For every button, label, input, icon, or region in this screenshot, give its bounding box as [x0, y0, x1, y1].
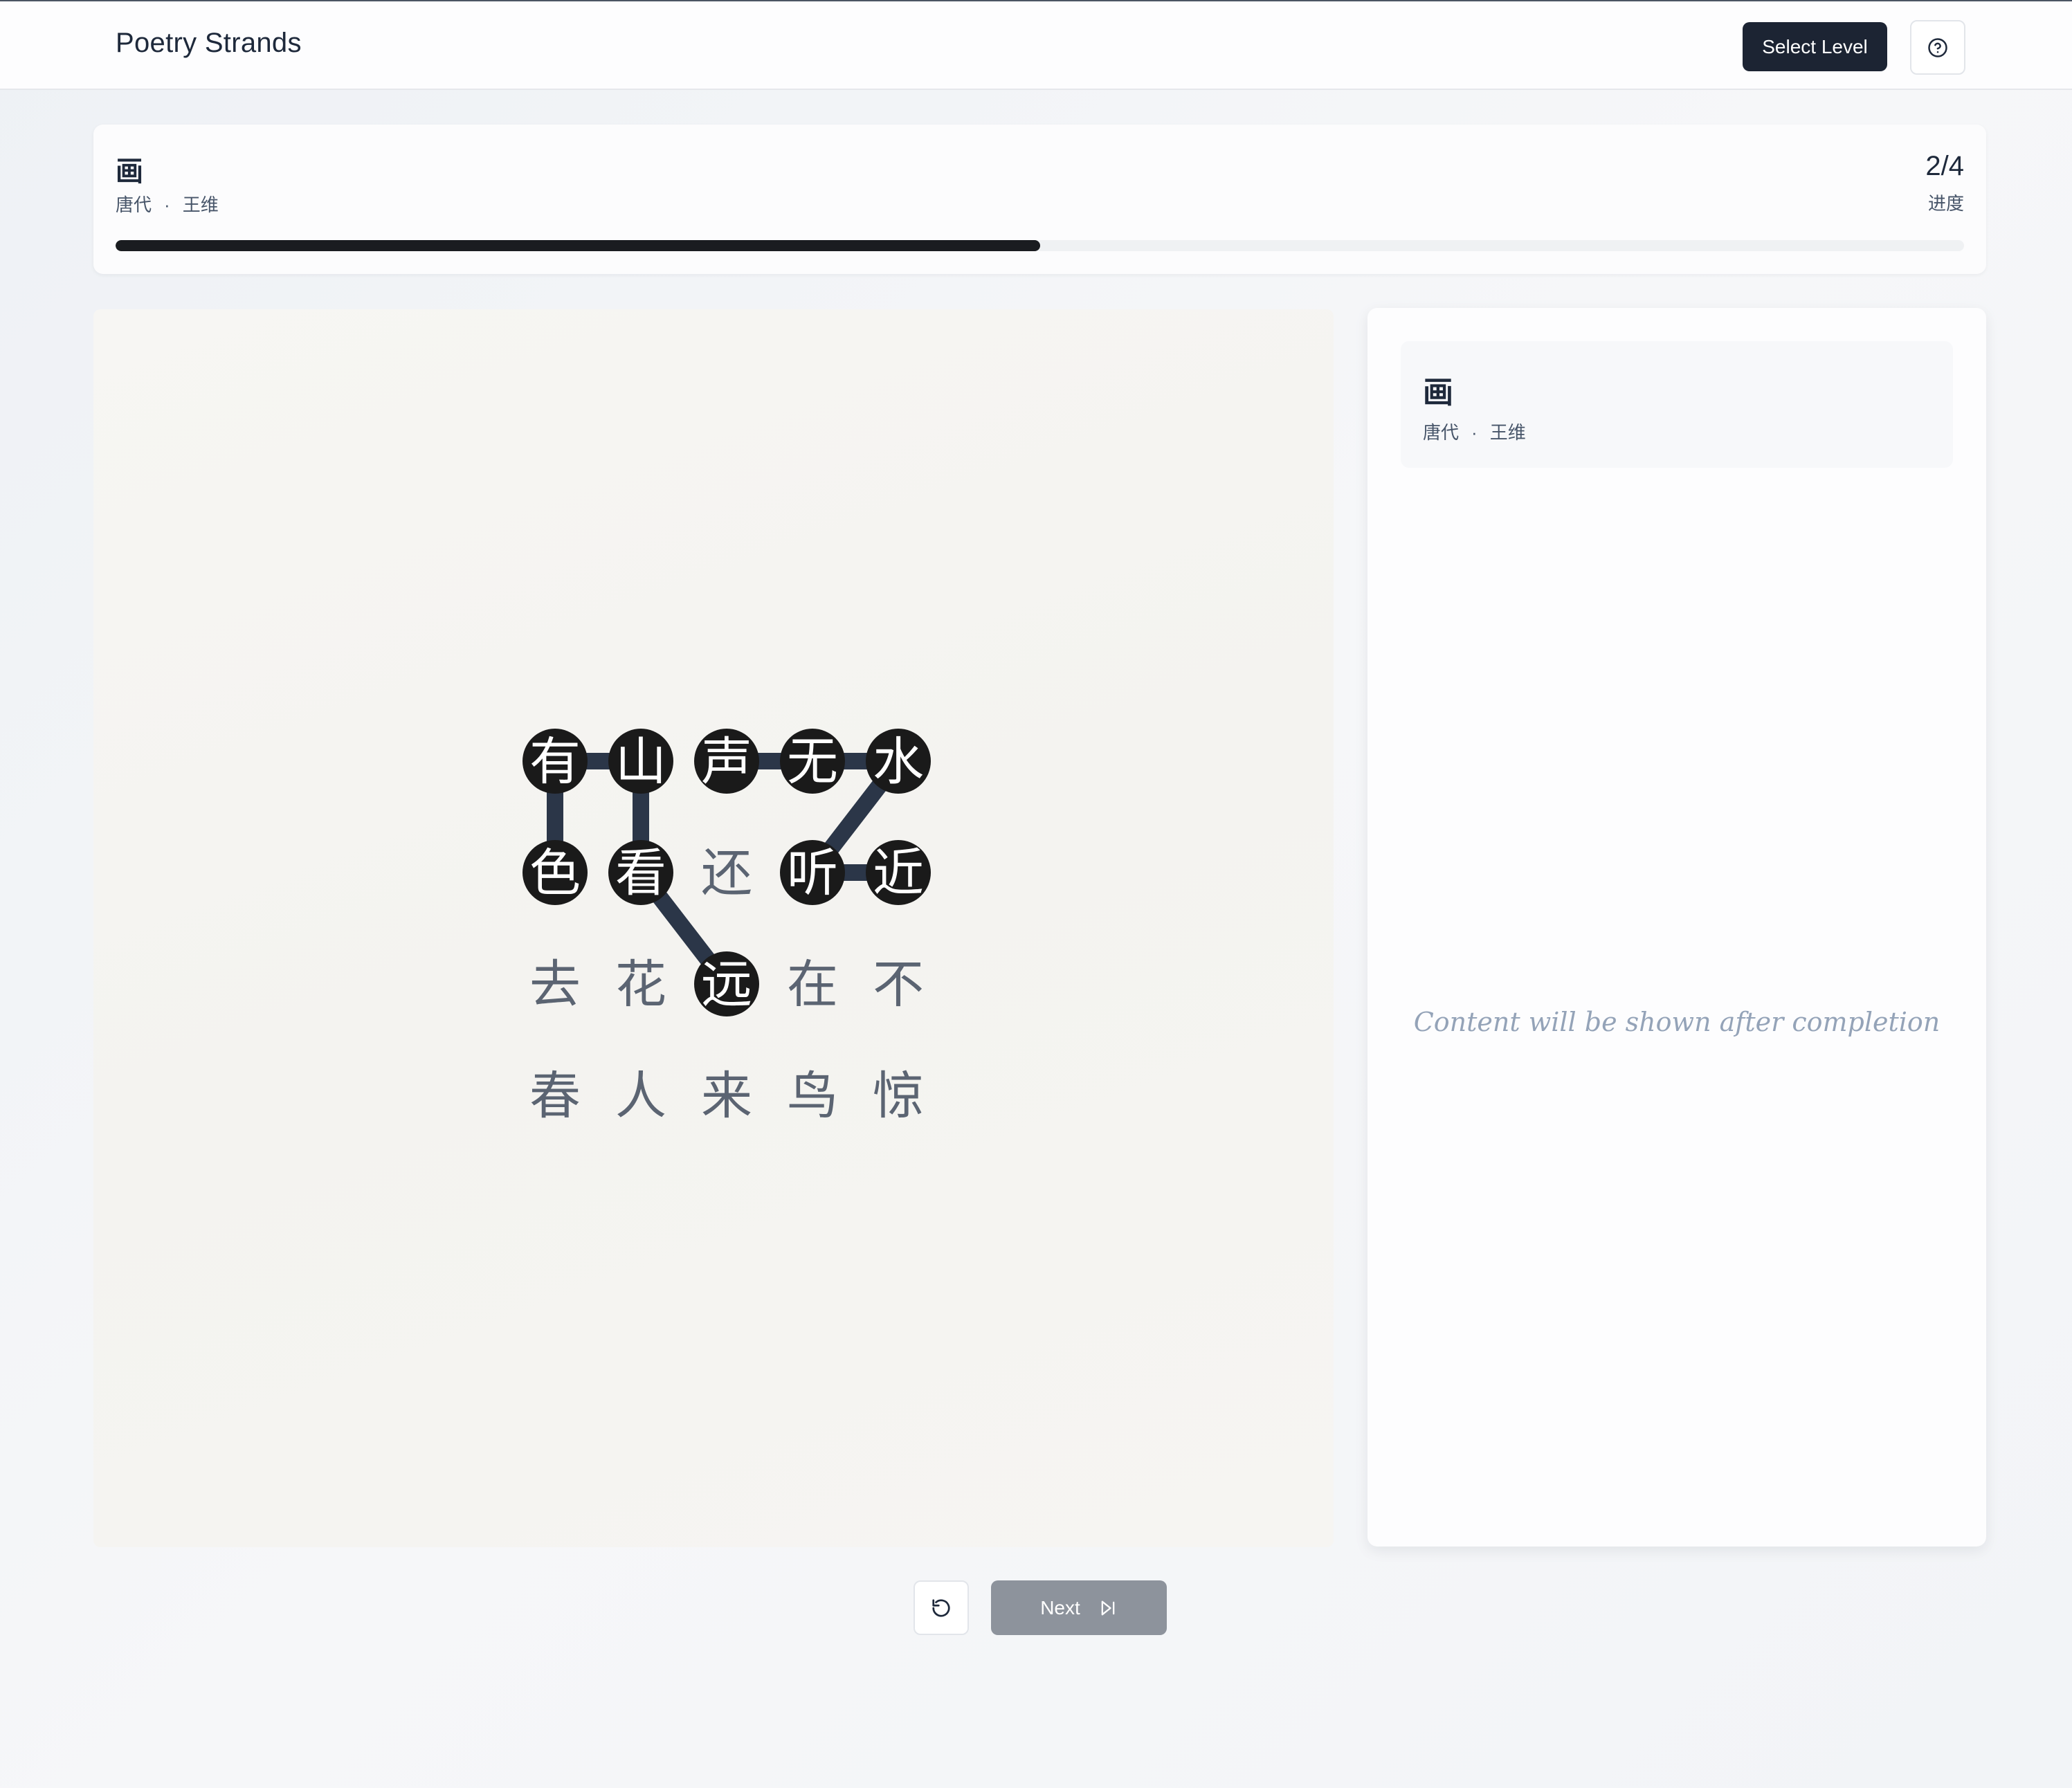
- cell-character: 色: [529, 843, 581, 903]
- grid-cell[interactable]: 来: [701, 1066, 752, 1126]
- cell-character: 来: [701, 1066, 752, 1126]
- grid-cell[interactable]: 鸟: [787, 1066, 838, 1126]
- cell-character: 看: [615, 843, 666, 903]
- poem-dynasty: 唐代: [116, 194, 152, 215]
- cell-character: 声: [701, 732, 752, 792]
- grid-cell[interactable]: 有: [522, 729, 588, 794]
- cell-character: 春: [529, 1066, 581, 1126]
- poem-info-header: 画 唐代 · 王维: [1401, 341, 1953, 468]
- grid-cell[interactable]: 不: [873, 955, 924, 1014]
- grid-cell[interactable]: 色: [522, 840, 588, 905]
- reset-button[interactable]: [914, 1580, 969, 1635]
- info-poem-title: 画: [1423, 375, 1453, 410]
- poem-info-panel: 画 唐代 · 王维 Content will be shown after comp…: [1367, 308, 1986, 1547]
- grid-cell[interactable]: 无: [780, 729, 845, 794]
- cell-character: 远: [701, 955, 752, 1014]
- grid-cell[interactable]: 近: [866, 840, 931, 905]
- select-level-button[interactable]: Select Level: [1743, 22, 1887, 71]
- progress-bar: [116, 240, 1964, 251]
- cell-character: 听: [787, 843, 838, 903]
- game-board: 有山声无水色看还听近去花远在不春人来鸟惊: [93, 309, 1334, 1547]
- help-button[interactable]: [1910, 20, 1965, 75]
- poem-meta: 唐代 · 王维: [116, 191, 219, 217]
- grid-cell[interactable]: 声: [694, 729, 759, 794]
- grid-cell[interactable]: 山: [608, 729, 673, 794]
- cell-character: 在: [787, 955, 838, 1014]
- grid-cell[interactable]: 惊: [873, 1066, 924, 1126]
- cell-character: 水: [873, 732, 924, 792]
- cell-character: 近: [873, 843, 924, 903]
- cell-character: 花: [615, 955, 666, 1014]
- cell-character: 山: [615, 732, 666, 792]
- grid-cell[interactable]: 还: [701, 843, 752, 903]
- grid-cell[interactable]: 人: [615, 1066, 666, 1126]
- poem-title: 画: [116, 155, 143, 188]
- progress-label: 进度: [1927, 193, 1964, 214]
- cell-character: 人: [615, 1066, 666, 1126]
- info-meta-separator: ·: [1471, 422, 1478, 443]
- cell-character: 不: [873, 955, 924, 1014]
- next-button[interactable]: Next: [991, 1580, 1167, 1635]
- help-circle-icon: [1928, 37, 1947, 57]
- cell-character: 无: [787, 732, 838, 792]
- poem-progress-card: 画 唐代 · 王维 2/4 进度: [93, 125, 1986, 274]
- cell-character: 鸟: [787, 1066, 838, 1126]
- progress-count: 2/4: [1925, 151, 1964, 181]
- info-poem-meta: 唐代 · 王维: [1423, 419, 1526, 444]
- completion-placeholder: Content will be shown after completion: [1413, 1007, 1941, 1037]
- rotate-ccw-icon: [932, 1598, 950, 1617]
- grid-cell[interactable]: 听: [780, 840, 845, 905]
- cell-character: 还: [701, 843, 752, 903]
- info-poem-dynasty: 唐代: [1423, 422, 1460, 443]
- grid-cell[interactable]: 去: [529, 955, 581, 1014]
- meta-separator: ·: [164, 194, 170, 215]
- grid-cell[interactable]: 在: [787, 955, 838, 1014]
- grid-cell[interactable]: 远: [694, 951, 759, 1016]
- info-poem-author: 王维: [1489, 422, 1526, 443]
- grid-cell[interactable]: 花: [615, 955, 666, 1014]
- grid-cell[interactable]: 看: [608, 840, 673, 905]
- progress-bar-fill: [116, 240, 1040, 251]
- next-label: Next: [1040, 1596, 1080, 1618]
- grid-cell[interactable]: 春: [529, 1066, 581, 1126]
- poem-author: 王维: [182, 194, 219, 215]
- cell-character: 惊: [873, 1066, 924, 1126]
- top-bar: Poetry Strands Select Level: [0, 0, 2072, 90]
- cell-character: 有: [529, 732, 581, 792]
- cell-character: 去: [529, 955, 581, 1014]
- grid-cell[interactable]: 水: [866, 729, 931, 794]
- skip-forward-icon: [1101, 1600, 1115, 1615]
- app-title: Poetry Strands: [116, 28, 302, 58]
- character-grid[interactable]: 有山声无水色看还听近去花远在不春人来鸟惊: [93, 309, 1334, 1547]
